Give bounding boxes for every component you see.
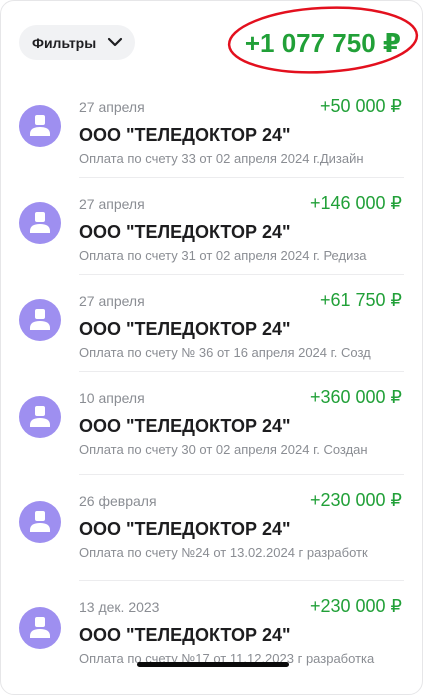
counterparty-name: ООО "ТЕЛЕДОКТОР 24" [79,519,291,539]
transaction-description: Оплата по счету 33 от 02 апреля 2024 г.Д… [79,151,364,166]
transaction-amount: +146 000 ₽ [309,193,402,213]
person-icon [30,115,50,136]
avatar [19,396,61,438]
transaction-date: 13 дек. 2023 [79,599,160,615]
filters-button[interactable]: Фильтры [19,25,135,60]
person-icon [30,617,50,638]
counterparty-name: ООО "ТЕЛЕДОКТОР 24" [79,625,291,645]
transaction-row[interactable]: 26 февраля +230 000 ₽ ООО "ТЕЛЕДОКТОР 24… [1,475,422,581]
transaction-amount: +230 000 ₽ [309,490,402,510]
transaction-amount: +360 000 ₽ [309,387,402,407]
counterparty-name: ООО "ТЕЛЕДОКТОР 24" [79,416,291,436]
transaction-description: Оплата по счету 31 от 02 апреля 2024 г. … [79,248,367,263]
person-icon [30,511,50,532]
app-screen: Фильтры +1 077 750 ₽ 27 апреля +50 000 ₽… [0,0,423,695]
transaction-amount: +61 750 ₽ [319,290,402,310]
avatar [19,299,61,341]
filters-button-label: Фильтры [32,34,97,51]
total-amount: +1 077 750 ₽ [244,28,401,58]
transaction-row[interactable]: 10 апреля +360 000 ₽ ООО "ТЕЛЕДОКТОР 24"… [1,372,422,475]
counterparty-name: ООО "ТЕЛЕДОКТОР 24" [79,319,291,339]
transaction-amount: +50 000 ₽ [319,96,402,116]
avatar [19,202,61,244]
transaction-description: Оплата по счету № 36 от 16 апреля 2024 г… [79,345,371,360]
counterparty-name: ООО "ТЕЛЕДОКТОР 24" [79,222,291,242]
avatar [19,501,61,543]
transaction-row[interactable]: 27 апреля +146 000 ₽ ООО "ТЕЛЕДОКТОР 24"… [1,178,422,275]
transaction-row[interactable]: 13 дек. 2023 +230 000 ₽ ООО "ТЕЛЕДОКТОР … [1,581,422,691]
person-icon [30,406,50,427]
person-icon [30,309,50,330]
transaction-date: 27 апреля [79,293,145,309]
transaction-date: 26 февраля [79,493,157,509]
person-icon [30,212,50,233]
transaction-description: Оплата по счету 30 от 02 апреля 2024 г. … [79,442,368,457]
transaction-row[interactable]: 27 апреля +50 000 ₽ ООО "ТЕЛЕДОКТОР 24" … [1,81,422,178]
chevron-down-icon [107,37,123,47]
transaction-date: 27 апреля [79,196,145,212]
transaction-row[interactable]: 27 апреля +61 750 ₽ ООО "ТЕЛЕДОКТОР 24" … [1,275,422,372]
counterparty-name: ООО "ТЕЛЕДОКТОР 24" [79,125,291,145]
home-indicator[interactable] [137,662,289,667]
transaction-amount: +230 000 ₽ [309,596,402,616]
header: Фильтры +1 077 750 ₽ [1,1,422,86]
transaction-date: 27 апреля [79,99,145,115]
avatar [19,105,61,147]
avatar [19,607,61,649]
transaction-date: 10 апреля [79,390,145,406]
transaction-description: Оплата по счету №24 от 13.02.2024 г разр… [79,545,368,560]
